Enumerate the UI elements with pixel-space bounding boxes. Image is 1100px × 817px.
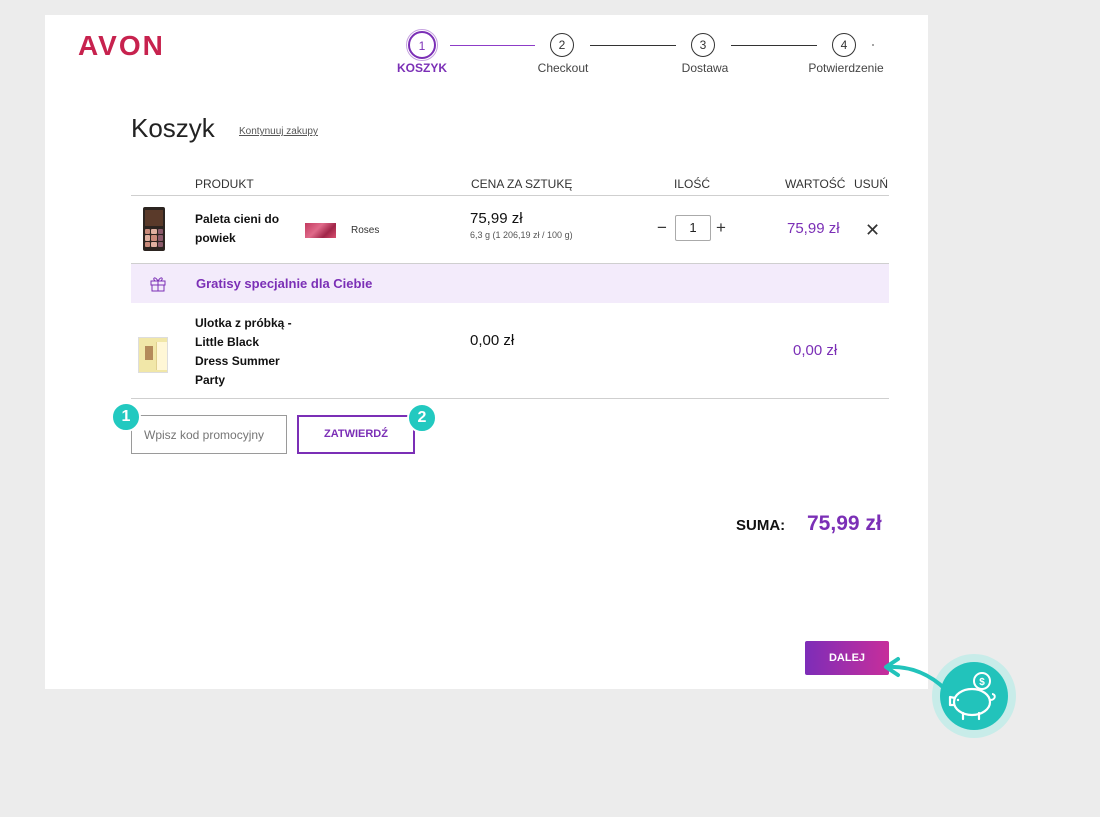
step-1-label: KOSZYK bbox=[396, 61, 448, 75]
step-2-label: Checkout bbox=[537, 61, 589, 75]
shade-swatch bbox=[305, 223, 336, 238]
gift-value: 0,00 zł bbox=[793, 342, 838, 359]
gift-product-name[interactable]: Ulotka z próbką - Little Black Dress Sum… bbox=[195, 314, 292, 390]
gift-price: 0,00 zł bbox=[470, 332, 515, 349]
total-label: SUMA: bbox=[736, 517, 786, 534]
step-1-circle: 1 bbox=[406, 29, 438, 61]
avon-logo[interactable]: AVON bbox=[78, 30, 165, 62]
gift-thumbnail[interactable] bbox=[138, 337, 168, 373]
product-thumbnail-palette[interactable] bbox=[143, 207, 165, 251]
svg-text:$: $ bbox=[979, 677, 985, 688]
gift-name-line-3: Dress Summer bbox=[195, 354, 280, 368]
step-3-label: Dostawa bbox=[681, 61, 729, 75]
gift-divider bbox=[131, 398, 889, 399]
header-quantity: ILOŚĆ bbox=[674, 177, 711, 191]
promo-code-input[interactable] bbox=[131, 415, 287, 454]
product-name-line-1: Paleta cieni do bbox=[195, 212, 280, 226]
annotation-badge-1: 1 bbox=[111, 402, 141, 432]
quantity-increase-button[interactable]: + bbox=[716, 218, 726, 238]
gift-icon bbox=[150, 277, 166, 292]
apply-promo-button[interactable]: ZATWIERDŹ bbox=[297, 415, 415, 454]
header-unit-price: CENA ZA SZTUKĘ bbox=[471, 177, 573, 191]
product-unit-price: 6,3 g (1 206,19 zł / 100 g) bbox=[470, 230, 573, 240]
step-4-circle: 4 bbox=[832, 33, 856, 57]
continue-shopping-link[interactable]: Kontynuuj zakupy bbox=[239, 126, 318, 137]
shade-name: Roses bbox=[351, 225, 380, 236]
product-price: 75,99 zł bbox=[470, 210, 523, 227]
page-title: Koszyk bbox=[131, 113, 215, 143]
header-value: WARTOŚĆ bbox=[785, 177, 846, 191]
header-product: PRODUKT bbox=[195, 177, 254, 191]
header-remove: USUŃ bbox=[854, 177, 889, 191]
quantity-decrease-button[interactable]: − bbox=[657, 218, 667, 238]
gift-name-line-2: Little Black bbox=[195, 335, 260, 349]
piggy-bank-icon: $ bbox=[948, 672, 996, 721]
total-value: 75,99 zł bbox=[807, 512, 882, 535]
gift-name-line-1: Ulotka z próbką - bbox=[195, 316, 292, 330]
step-4-label: Potwierdzenie bbox=[808, 61, 884, 75]
product-name[interactable]: Paleta cieni do powiek bbox=[195, 210, 279, 248]
remove-item-button[interactable]: ✕ bbox=[865, 220, 880, 240]
gift-banner-text: Gratisy specjalnie dla Ciebie bbox=[196, 276, 373, 291]
quantity-input[interactable]: 1 bbox=[675, 215, 711, 241]
annotation-badge-2: 2 bbox=[407, 403, 437, 433]
gift-name-line-4: Party bbox=[195, 373, 226, 387]
product-value: 75,99 zł bbox=[787, 220, 840, 237]
step-2-circle: 2 bbox=[550, 33, 574, 57]
product-name-line-2: powiek bbox=[195, 231, 236, 245]
step-3-circle: 3 bbox=[691, 33, 715, 57]
header-divider bbox=[131, 195, 889, 196]
